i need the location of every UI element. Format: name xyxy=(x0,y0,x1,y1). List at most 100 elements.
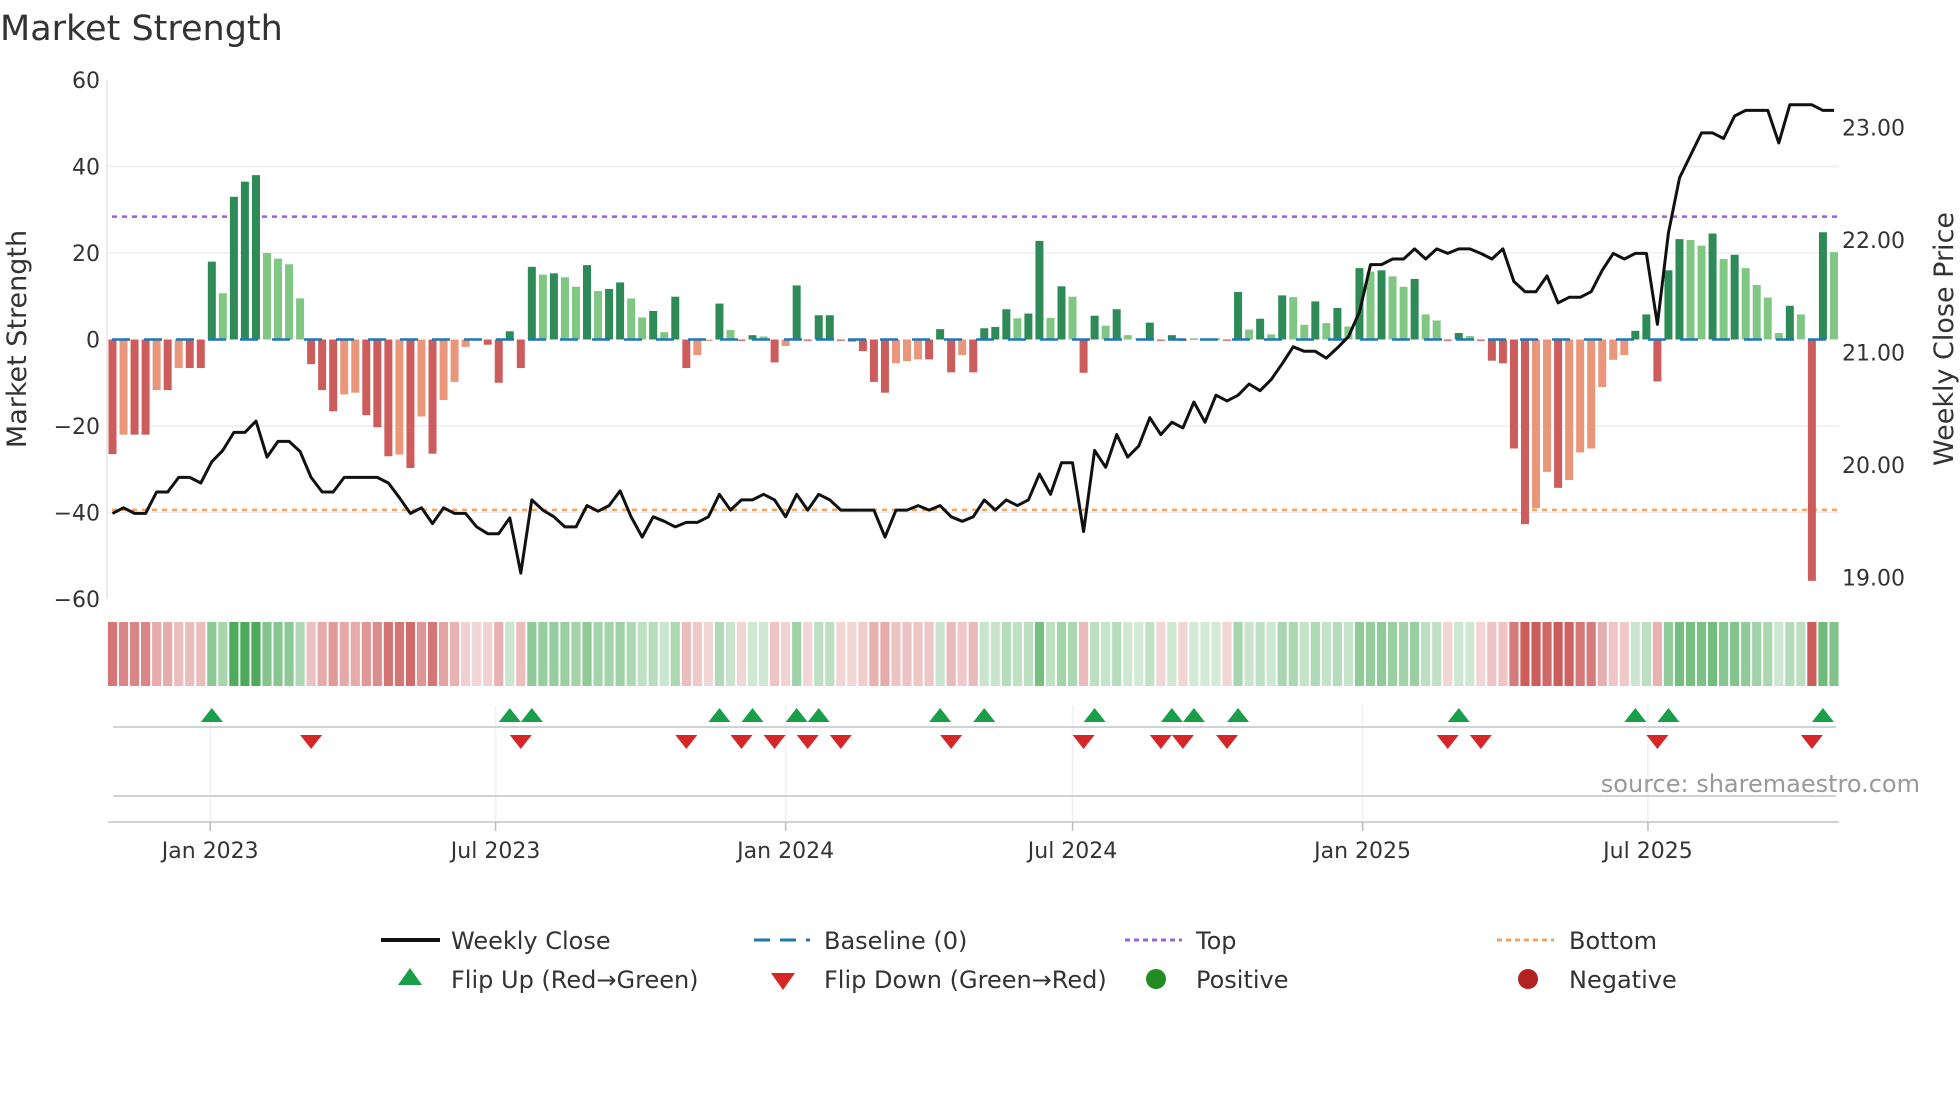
positive-bar xyxy=(1024,313,1033,340)
strip-cell-negative xyxy=(1531,622,1541,686)
positive-bar xyxy=(594,291,603,340)
strip-cell-negative xyxy=(1597,622,1607,686)
strip-cell-positive xyxy=(935,622,945,686)
strip-cell-positive xyxy=(1200,622,1210,686)
positive-bar xyxy=(1708,233,1717,340)
flip-down-marker xyxy=(730,735,753,749)
strip-cell-negative xyxy=(1586,622,1596,686)
strip-cell-positive xyxy=(1045,622,1056,686)
strip-cell-positive xyxy=(593,622,603,686)
strip-cell-negative xyxy=(372,622,382,686)
positive-bar xyxy=(1090,315,1099,340)
negative-bar xyxy=(130,339,139,435)
negative-bar xyxy=(770,339,779,363)
strip-cell-negative xyxy=(516,622,526,686)
negative-bar xyxy=(483,339,492,345)
positive-bar xyxy=(1245,329,1254,340)
flip-down-marker xyxy=(940,735,963,749)
flip-down-marker xyxy=(763,735,786,749)
negative-bar xyxy=(174,339,183,369)
strip-cell-negative xyxy=(1807,622,1817,686)
y-tick-label: −40 xyxy=(54,502,100,527)
legend-label: Baseline (0) xyxy=(824,927,967,955)
positive-bar xyxy=(1399,286,1408,340)
strip-cell-positive xyxy=(659,622,669,686)
y-tick-label: −20 xyxy=(54,415,100,440)
positive-bar xyxy=(1145,322,1154,340)
positive-bar xyxy=(1311,301,1320,340)
negative-bar xyxy=(1509,339,1518,449)
positive-bar xyxy=(274,258,283,340)
strip-cell-positive xyxy=(1376,622,1387,686)
negative-bar xyxy=(1653,339,1662,382)
strip-cell-negative xyxy=(1487,622,1497,686)
strip-cell-positive xyxy=(637,622,647,686)
negative-bar xyxy=(318,339,327,391)
strip-cell-negative xyxy=(946,622,956,686)
positive-bar xyxy=(1046,317,1055,340)
strip-cell-positive xyxy=(1332,622,1342,686)
positive-bar xyxy=(1035,240,1044,340)
strip-cell-positive xyxy=(1012,622,1022,686)
positive-bar xyxy=(1752,285,1761,340)
strip-cell-positive xyxy=(1277,622,1287,686)
strip-cell-positive xyxy=(229,622,239,686)
positive-bar xyxy=(649,310,658,340)
x-tick-label: Jan 2025 xyxy=(1312,839,1411,864)
negative-bar xyxy=(914,339,923,360)
strip-cell-positive xyxy=(1741,622,1751,686)
strip-cell-negative xyxy=(1156,622,1166,686)
strip-cell-negative xyxy=(306,622,316,686)
flip-up-marker xyxy=(1182,708,1205,722)
strip-cell-positive xyxy=(1763,622,1773,686)
flip-down-marker xyxy=(829,735,852,749)
strip-cell-negative xyxy=(383,622,393,686)
y2-tick-label: 19.00 xyxy=(1842,567,1905,592)
strip-cell-positive xyxy=(979,622,989,686)
strip-cell-positive xyxy=(1354,622,1365,686)
strip-cell-negative xyxy=(317,622,327,686)
x-tick-label: Jul 2024 xyxy=(1026,839,1118,864)
positive-dot-icon xyxy=(1146,969,1166,989)
positive-bar xyxy=(1664,270,1673,340)
legend-item-flip-up: Flip Up (Red→Green) xyxy=(398,966,699,994)
y-tick-label: 40 xyxy=(72,156,100,181)
strip-cell-positive xyxy=(1432,622,1442,686)
strip-cell-positive xyxy=(1023,622,1034,686)
strip-cell-negative xyxy=(1652,622,1662,686)
strip-cell-positive xyxy=(218,622,228,686)
positive-bar xyxy=(262,253,271,340)
y-tick-label: 20 xyxy=(72,242,100,267)
negative-bar xyxy=(439,339,448,401)
positive-bar xyxy=(1796,314,1805,340)
negative-bar xyxy=(417,339,426,417)
flip-down-marker xyxy=(1646,735,1669,749)
strip-cell-negative xyxy=(494,622,504,686)
strip-cell-positive xyxy=(1067,622,1078,686)
positive-bar xyxy=(1697,245,1706,340)
positive-bar xyxy=(1741,268,1750,340)
positive-bar xyxy=(296,298,305,340)
negative-bar xyxy=(1598,339,1607,388)
y-tick-label: 0 xyxy=(86,329,100,354)
positive-bar xyxy=(1057,286,1066,340)
negative-bar xyxy=(141,339,150,435)
strip-cell-negative xyxy=(196,622,206,686)
strip-cell-negative xyxy=(1443,622,1453,686)
strip-cell-negative xyxy=(141,622,151,686)
strip-cell-positive xyxy=(1730,622,1740,686)
negative-bar xyxy=(428,339,437,454)
chart-title: Market Strength xyxy=(0,9,283,49)
strip-cell-negative xyxy=(1222,622,1232,686)
negative-bar xyxy=(307,339,316,365)
negative-bar xyxy=(1576,339,1585,453)
right-axis-title: Weekly Close Price xyxy=(1929,212,1960,466)
strip-cell-negative xyxy=(858,622,868,686)
positive-bar xyxy=(726,329,735,340)
y2-tick-label: 23.00 xyxy=(1842,116,1905,141)
strip-cell-negative xyxy=(1542,622,1552,686)
strip-cell-positive xyxy=(670,622,680,686)
negative-bar xyxy=(1609,339,1618,360)
negative-bar xyxy=(516,339,525,369)
strip-cell-negative xyxy=(869,622,879,686)
